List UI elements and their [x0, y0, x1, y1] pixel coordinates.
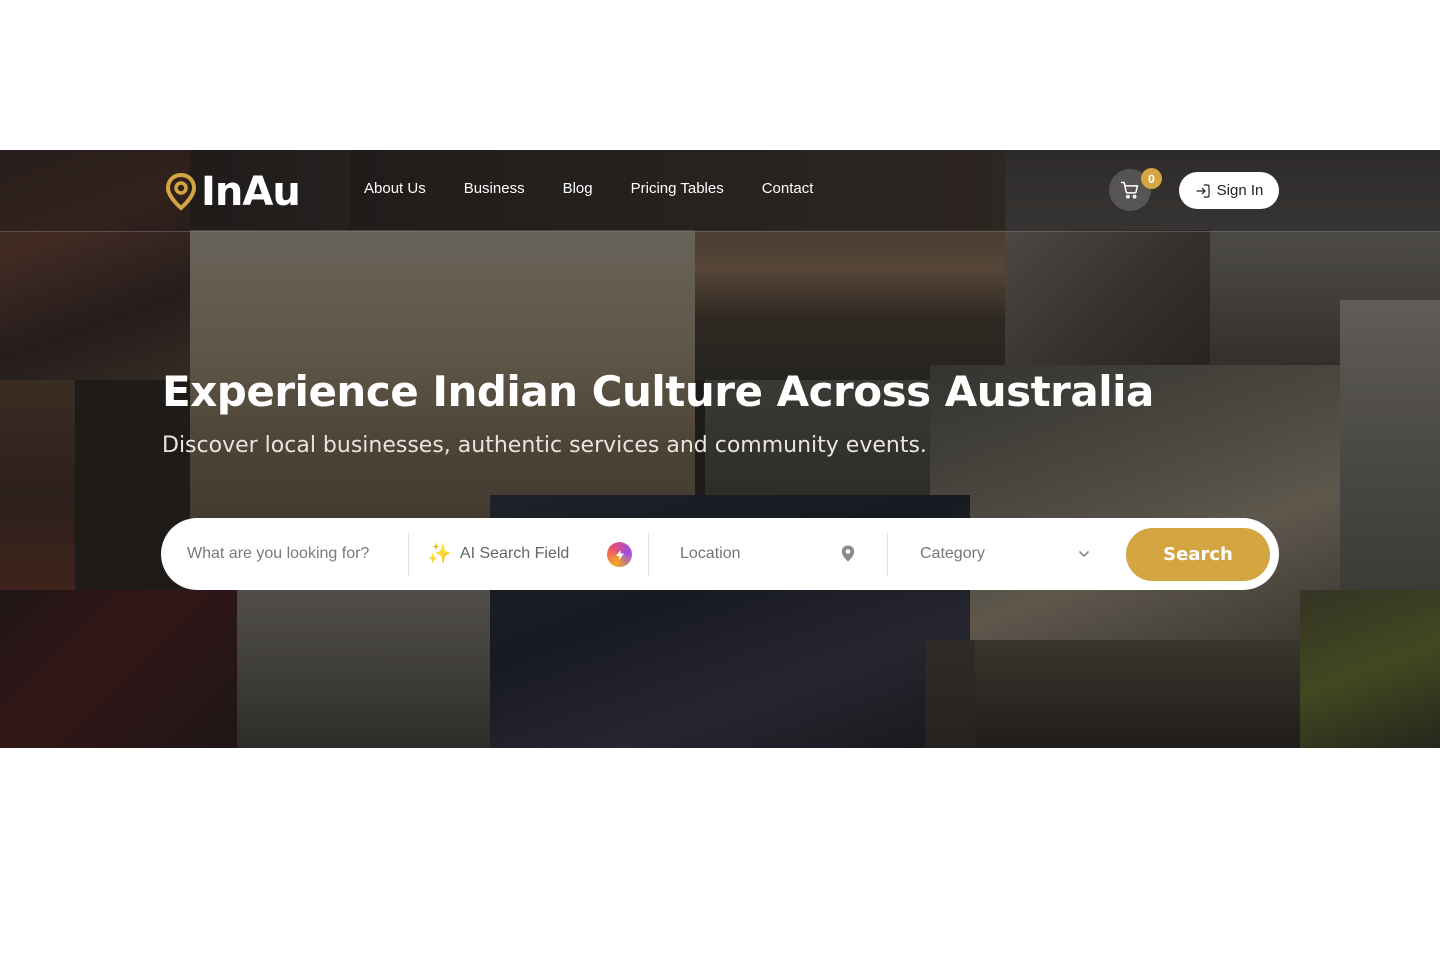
cart-count-badge: 0 [1141, 168, 1162, 189]
nav-pricing-tables[interactable]: Pricing Tables [631, 180, 724, 197]
ai-search-field[interactable]: ✨ AI Search Field [409, 532, 648, 576]
category-select[interactable]: Category [888, 532, 1126, 576]
site-header: InAu About Us Business Blog Pricing Tabl… [0, 150, 1440, 232]
nav-about-us[interactable]: About Us [364, 180, 426, 197]
nav-business[interactable]: Business [464, 180, 525, 197]
main-nav: About Us Business Blog Pricing Tables Co… [364, 180, 813, 197]
lightning-icon [615, 549, 624, 560]
ai-lightning-button[interactable] [607, 542, 632, 567]
keyword-field [161, 532, 408, 576]
map-pin-logo-icon [165, 173, 197, 211]
category-label: Category [920, 545, 985, 562]
hero-section: InAu About Us Business Blog Pricing Tabl… [0, 150, 1440, 748]
location-label: Location [680, 545, 741, 562]
sign-in-icon [1196, 183, 1210, 198]
search-button[interactable]: Search [1126, 527, 1270, 581]
cart-icon [1120, 181, 1139, 199]
logo-text: InAu [201, 169, 301, 215]
sign-in-button[interactable]: Sign In [1179, 172, 1279, 209]
sign-in-label: Sign In [1216, 182, 1264, 199]
sparkles-icon: ✨ [427, 543, 452, 565]
nav-blog[interactable]: Blog [563, 180, 593, 197]
ai-search-label: AI Search Field [459, 545, 570, 562]
hero-title: Experience Indian Culture Across Austral… [162, 367, 1154, 416]
logo[interactable]: InAu [165, 169, 301, 215]
chevron-down-icon [1079, 551, 1089, 557]
location-field[interactable]: Location [649, 532, 887, 576]
keyword-input[interactable] [187, 545, 387, 563]
hero-subtitle: Discover local businesses, authentic ser… [162, 433, 927, 458]
nav-contact[interactable]: Contact [762, 180, 814, 197]
location-pin-icon [841, 545, 855, 562]
search-bar: ✨ AI Search Field Location Category Sear… [161, 518, 1279, 590]
